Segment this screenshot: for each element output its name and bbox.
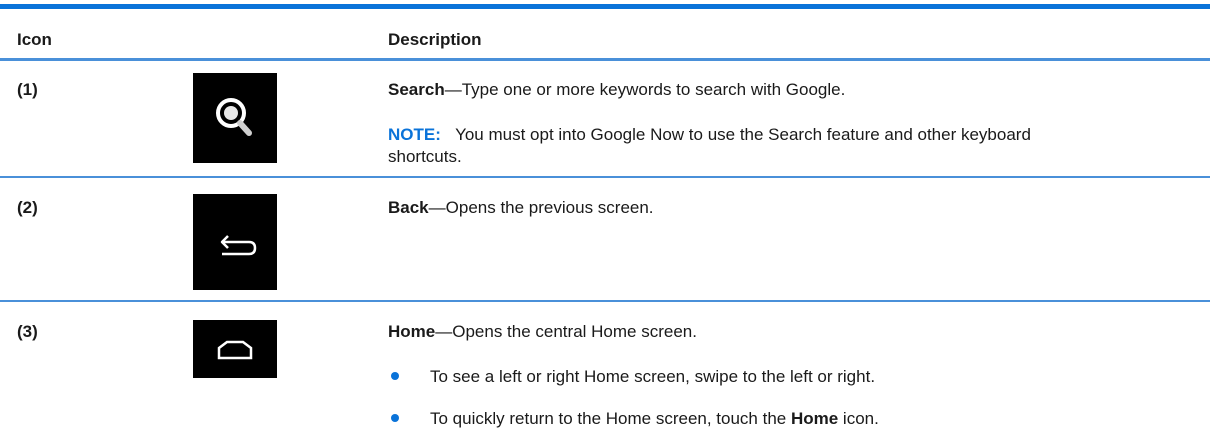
description-home: Home—Opens the central Home screen. [388,322,697,341]
bullet-item: To quickly return to the Home screen, to… [430,409,879,428]
header-rule [0,58,1210,61]
document-page: Icon Description (1) Search—Type one or … [0,0,1210,438]
bullet-item: To see a left or right Home screen, swip… [430,367,876,386]
row-number: (2) [17,198,38,217]
row-number: (1) [17,80,38,99]
row-rule [0,300,1210,302]
row-number: (3) [17,322,38,341]
table-top-rule [0,4,1210,9]
note-search: NOTE: You must opt into Google Now to us… [388,125,1031,144]
bullet-icon [391,372,399,380]
description-back: Back—Opens the previous screen. [388,198,654,217]
row-rule [0,176,1210,178]
home-icon [193,320,277,378]
header-icon: Icon [17,30,52,49]
bullet-icon [391,414,399,422]
header-description: Description [388,30,482,49]
note-search-line-2: shortcuts. [388,147,462,166]
back-icon [193,194,277,290]
search-icon [193,73,277,163]
description-search: Search—Type one or more keywords to sear… [388,80,846,99]
